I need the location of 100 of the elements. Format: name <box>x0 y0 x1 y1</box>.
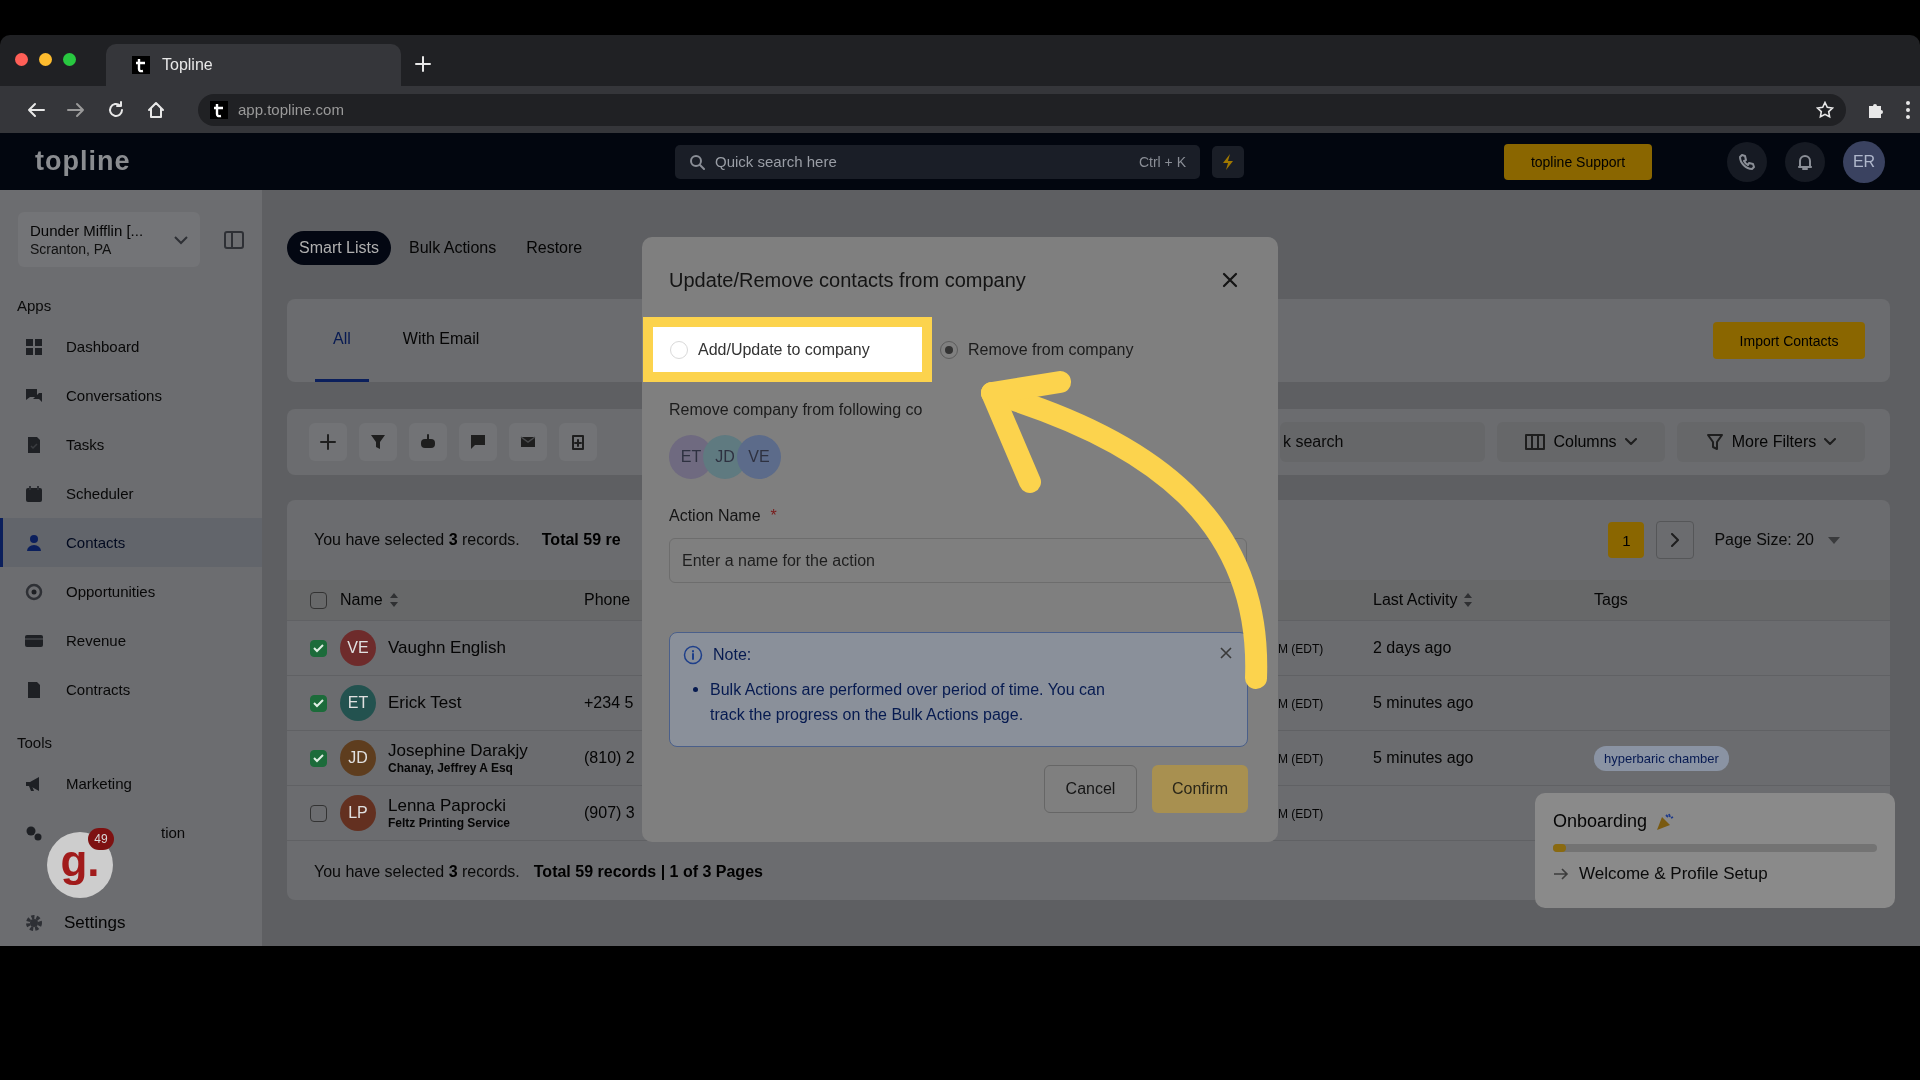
add-icon <box>319 433 337 451</box>
caret-down-icon <box>1828 536 1840 544</box>
note-title: Note: <box>713 646 752 664</box>
chevron-down-icon <box>174 234 188 245</box>
account-switcher[interactable]: Dunder Mifflin [... Scranton, PA <box>18 212 200 267</box>
contact-avatar: VE <box>737 435 781 479</box>
toolbar-button[interactable] <box>309 423 347 461</box>
row-checkbox[interactable] <box>310 639 327 657</box>
info-icon <box>683 645 703 665</box>
column-header[interactable]: Name <box>340 591 383 609</box>
bookmark-star-icon[interactable] <box>1816 100 1834 119</box>
select-all-checkbox[interactable] <box>310 591 327 609</box>
contact-name[interactable]: Erick Test <box>388 693 462 713</box>
lightning-button[interactable] <box>1212 145 1244 178</box>
bullet-icon <box>693 687 698 692</box>
page-size-select[interactable]: Page Size: 20 <box>1714 531 1840 549</box>
contact-name[interactable]: Lenna Paprocki <box>388 796 511 816</box>
check-icon <box>313 643 324 653</box>
user-avatar[interactable]: ER <box>1843 140 1885 183</box>
message-icon <box>469 433 487 451</box>
required-mark: * <box>770 506 777 526</box>
reload-icon[interactable] <box>106 99 126 120</box>
contact-name[interactable]: Josephine Darakjy <box>388 741 528 761</box>
row-checkbox[interactable] <box>310 694 327 712</box>
sidebar-item[interactable]: Marketing <box>66 775 132 792</box>
nav-icon[interactable] <box>24 336 44 357</box>
sidebar-item[interactable]: Scheduler <box>66 485 134 502</box>
search-field[interactable]: k search <box>1280 422 1485 462</box>
check-icon <box>313 698 324 708</box>
row-checkbox[interactable] <box>310 804 327 822</box>
contact-name[interactable]: Vaughn English <box>388 638 506 658</box>
contact-avatar: JD <box>340 740 376 776</box>
window-minimize-button[interactable] <box>39 53 52 66</box>
toolbar-button[interactable] <box>509 423 547 461</box>
site-icon <box>210 100 228 119</box>
row-checkbox[interactable] <box>310 749 327 767</box>
column-header[interactable]: Last Activity <box>1373 591 1458 609</box>
columns-button[interactable]: Columns <box>1497 422 1665 462</box>
sidebar-item[interactable]: Opportunities <box>66 583 156 600</box>
window-close-button[interactable] <box>15 53 28 66</box>
account-name: Dunder Mifflin [... <box>30 222 144 239</box>
app-logo[interactable]: topline <box>35 146 675 177</box>
more-filters-button[interactable]: More Filters <box>1677 422 1865 462</box>
sidebar-item[interactable]: Revenue <box>66 632 127 649</box>
nav-icon[interactable] <box>24 483 44 504</box>
toolbar-button[interactable] <box>459 423 497 461</box>
window-zoom-button[interactable] <box>63 53 76 66</box>
tab[interactable]: With Email <box>390 299 492 382</box>
support-button[interactable]: topline Support <box>1504 143 1652 180</box>
selection-summary: You have selected 3 records. <box>314 863 520 881</box>
sidebar-item[interactable]: Contracts <box>66 681 131 698</box>
radio-option[interactable]: Remove from company <box>940 327 1134 372</box>
sidebar-item[interactable]: Settings <box>0 900 262 946</box>
sidebar-item[interactable]: tion <box>161 824 186 841</box>
tab[interactable]: All <box>315 299 369 382</box>
toolbar-button[interactable] <box>359 423 397 461</box>
next-page-button[interactable] <box>1656 521 1695 559</box>
phone-button[interactable] <box>1727 141 1767 182</box>
address-bar[interactable]: app.topline.com <box>198 93 1846 126</box>
browser-tab[interactable]: Topline <box>106 44 401 86</box>
sidebar-toggle-icon[interactable] <box>224 230 244 249</box>
sort-icon <box>388 592 399 608</box>
radio-option[interactable]: Add/Update to company <box>670 327 870 372</box>
home-icon[interactable] <box>146 99 166 120</box>
pagination-summary: Total 59 records | 1 of 3 Pages <box>533 863 763 881</box>
page-button[interactable]: 1 <box>1608 522 1645 558</box>
nav-icon[interactable] <box>24 581 44 602</box>
tab[interactable]: Bulk Actions <box>397 231 509 265</box>
contacts-label: Remove company from following co <box>669 400 924 420</box>
cancel-button[interactable]: Cancel <box>1044 765 1137 813</box>
table-cell: +234 5 <box>584 694 634 711</box>
table-cell: M (EDT) <box>1278 697 1324 711</box>
tab[interactable]: Smart Lists <box>287 231 391 265</box>
toolbar-button[interactable] <box>409 423 447 461</box>
favicon-icon <box>132 56 150 74</box>
notifications-button[interactable] <box>1785 141 1825 182</box>
tab[interactable]: Restore <box>514 231 595 265</box>
sidebar-item[interactable]: Contacts <box>0 518 262 567</box>
close-icon <box>1220 270 1240 290</box>
chevron-down-icon <box>1624 438 1637 446</box>
toolbar-button[interactable] <box>559 423 597 461</box>
sidebar-item[interactable]: Dashboard <box>66 338 140 355</box>
filter-icon <box>369 433 387 451</box>
import-contacts-button[interactable]: Import Contacts <box>1713 322 1865 359</box>
dialog-title: Update/Remove contacts from company <box>669 268 1026 292</box>
gear-icon <box>24 913 44 933</box>
table-cell: M (EDT) <box>1278 807 1324 821</box>
arrow-right-icon <box>1553 867 1569 881</box>
new-tab-icon[interactable] <box>415 56 431 72</box>
action-name-field[interactable]: Enter a name for the action <box>669 538 1247 583</box>
chevron-right-icon <box>1671 533 1680 547</box>
sidebar-item[interactable]: Conversations <box>66 387 162 404</box>
more-menu-icon[interactable] <box>1906 100 1910 119</box>
close-button[interactable] <box>1220 270 1240 290</box>
field-label: Action Name <box>669 506 761 526</box>
sidebar-item[interactable]: Tasks <box>66 436 105 453</box>
table-cell: M (EDT) <box>1278 642 1324 656</box>
table-cell: 5 minutes ago <box>1373 694 1474 711</box>
onboarding-step[interactable]: Welcome & Profile Setup <box>1553 864 1877 884</box>
contact-avatar: LP <box>340 795 376 831</box>
